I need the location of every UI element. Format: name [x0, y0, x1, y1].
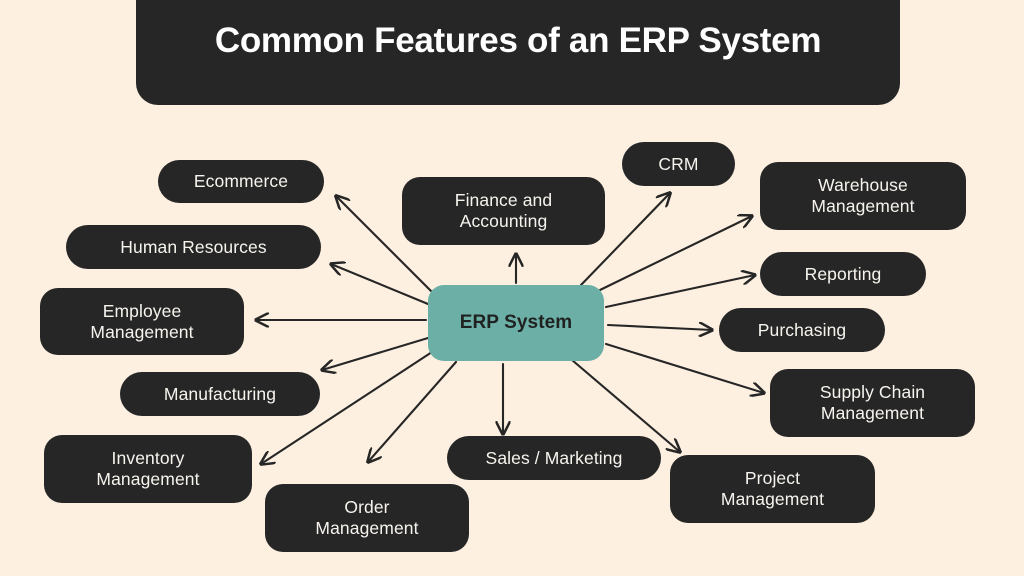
node-sales-marketing[interactable]: Sales / Marketing	[447, 436, 661, 480]
center-node-label: ERP System	[459, 312, 573, 333]
node-label-order-management: Order Management	[315, 497, 419, 538]
node-label-project-management: Project Management	[720, 468, 825, 509]
node-label-ecommerce: Ecommerce	[193, 171, 289, 192]
arrow-to-warehouse-management	[598, 216, 752, 292]
node-purchasing[interactable]: Purchasing	[719, 308, 885, 352]
node-label-inventory-management: Inventory Management	[96, 448, 200, 489]
node-label-purchasing: Purchasing	[757, 319, 847, 340]
node-ecommerce[interactable]: Ecommerce	[158, 160, 324, 203]
node-label-crm: CRM	[658, 153, 699, 174]
node-label-employee-management: Employee Management	[90, 300, 194, 342]
node-manufacturing[interactable]: Manufacturing	[120, 372, 320, 416]
node-label-manufacturing: Manufacturing	[163, 383, 277, 404]
node-label-sales-marketing: Sales / Marketing	[485, 447, 623, 468]
node-crm[interactable]: CRM	[622, 142, 735, 186]
node-human-resources[interactable]: Human Resources	[66, 225, 321, 269]
node-finance-accounting[interactable]: Finance and Accounting	[402, 177, 605, 245]
node-label-human-resources: Human Resources	[120, 236, 267, 257]
node-reporting[interactable]: Reporting	[760, 252, 926, 296]
title-banner: Common Features of an ERP System	[136, 0, 900, 105]
diagram-canvas: Common Features of an ERP System ERP Sys…	[0, 0, 1024, 576]
node-inventory-management[interactable]: Inventory Management	[44, 435, 252, 503]
node-label-finance-accounting: Finance and Accounting	[454, 190, 553, 231]
node-supply-chain-management[interactable]: Supply Chain Management	[770, 369, 975, 437]
arrow-to-human-resources	[331, 264, 430, 306]
node-employee-management[interactable]: Employee Management	[40, 288, 244, 355]
node-warehouse-management[interactable]: Warehouse Management	[760, 162, 966, 230]
center-node-erp-system[interactable]: ERP System	[428, 285, 604, 361]
arrow-to-manufacturing	[322, 336, 430, 370]
node-project-management[interactable]: Project Management	[670, 455, 875, 523]
page-title: Common Features of an ERP System	[214, 21, 822, 61]
node-label-reporting: Reporting	[804, 263, 882, 284]
arrow-to-purchasing	[606, 325, 712, 330]
arrow-to-order-management	[368, 360, 458, 462]
node-order-management[interactable]: Order Management	[265, 484, 469, 552]
node-label-warehouse-management: Warehouse Management	[811, 175, 915, 216]
node-label-supply-chain-management: Supply Chain Management	[819, 382, 926, 423]
arrow-to-reporting	[604, 275, 755, 309]
